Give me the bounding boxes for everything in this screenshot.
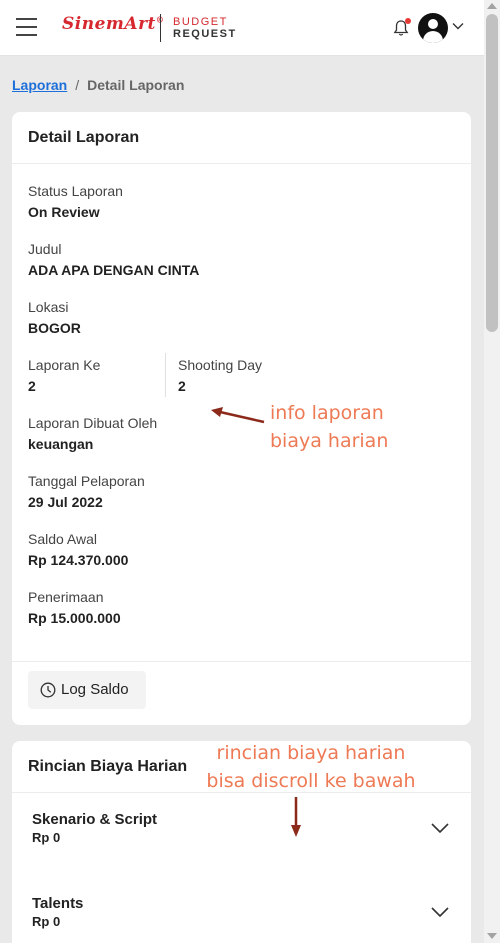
breadcrumb-separator: /	[75, 77, 80, 93]
judul-label: Judul	[28, 241, 62, 257]
notification-dot	[405, 18, 411, 24]
chevron-down-icon[interactable]	[452, 22, 464, 30]
breadcrumb: Laporan / Detail Laporan	[12, 77, 184, 93]
logo-divider	[160, 14, 161, 42]
hamburger-menu-icon[interactable]	[16, 18, 37, 36]
annotation-text: info laporan	[270, 402, 384, 424]
penerimaan-value: Rp 15.000.000	[28, 610, 121, 626]
app-name-line2: REQUEST	[173, 28, 237, 40]
status-label: Status Laporan	[28, 183, 123, 199]
top-navbar: SinemArt® BUDGET REQUEST	[0, 0, 484, 56]
judul-value: ADA APA DENGAN CINTA	[28, 262, 200, 278]
saldo-awal-value: Rp 124.370.000	[28, 552, 129, 568]
accordion-item-amount: Rp 0	[32, 830, 61, 845]
scrollbar-thumb[interactable]	[486, 14, 498, 332]
card-title: Detail Laporan	[28, 129, 140, 146]
tanggal-label: Tanggal Pelaporan	[28, 473, 145, 489]
scroll-up-arrow-icon[interactable]	[487, 3, 497, 9]
brand-logo-script: SinemArt	[62, 14, 156, 34]
app-name-line1: BUDGET	[173, 16, 228, 28]
annotation-text: rincian biaya harian	[216, 742, 406, 764]
log-saldo-button[interactable]: Log Saldo	[28, 671, 146, 709]
accordion-item-title: Talents	[32, 895, 84, 912]
lokasi-label: Lokasi	[28, 299, 69, 315]
accordion-item-title: Skenario & Script	[32, 811, 158, 828]
laporan-ke-value: 2	[28, 378, 36, 394]
log-saldo-label: Log Saldo	[61, 681, 129, 698]
status-value: On Review	[28, 204, 100, 220]
app-name: BUDGET REQUEST	[173, 16, 237, 40]
saldo-awal-label: Saldo Awal	[28, 531, 98, 547]
lokasi-value: BOGOR	[28, 320, 81, 336]
clock-icon	[40, 682, 56, 698]
user-avatar-icon[interactable]	[418, 13, 448, 43]
accordion-item-amount: Rp 0	[32, 914, 61, 929]
annotation-arrow-down-icon	[291, 797, 301, 837]
annotation-info-laporan: info laporan biaya harian	[270, 399, 388, 455]
scroll-down-arrow-icon[interactable]	[487, 933, 497, 939]
tanggal-value: 29 Jul 2022	[28, 494, 103, 510]
penerimaan-label: Penerimaan	[28, 589, 104, 605]
column-divider	[165, 353, 166, 397]
shooting-day-label: Shooting Day	[178, 357, 263, 373]
chevron-down-icon[interactable]	[431, 907, 449, 917]
shooting-day-value: 2	[178, 378, 186, 394]
annotation-rincian: rincian biaya harian bisa discroll ke ba…	[205, 739, 417, 795]
dibuat-oleh-label: Laporan Dibuat Oleh	[28, 415, 158, 431]
card-title: Rincian Biaya Harian	[28, 758, 188, 775]
chevron-down-icon[interactable]	[431, 823, 449, 833]
annotation-text: bisa discroll ke bawah	[206, 770, 416, 792]
dibuat-oleh-value: keuangan	[28, 436, 94, 452]
brand-logo[interactable]: SinemArt®	[62, 14, 164, 34]
laporan-ke-label: Laporan Ke	[28, 357, 101, 373]
breadcrumb-current: Detail Laporan	[87, 77, 185, 93]
divider	[12, 661, 471, 662]
annotation-text: biaya harian	[270, 430, 389, 452]
annotation-arrow-left-icon	[211, 407, 265, 424]
divider	[12, 163, 471, 164]
breadcrumb-link-laporan[interactable]: Laporan	[12, 77, 67, 93]
